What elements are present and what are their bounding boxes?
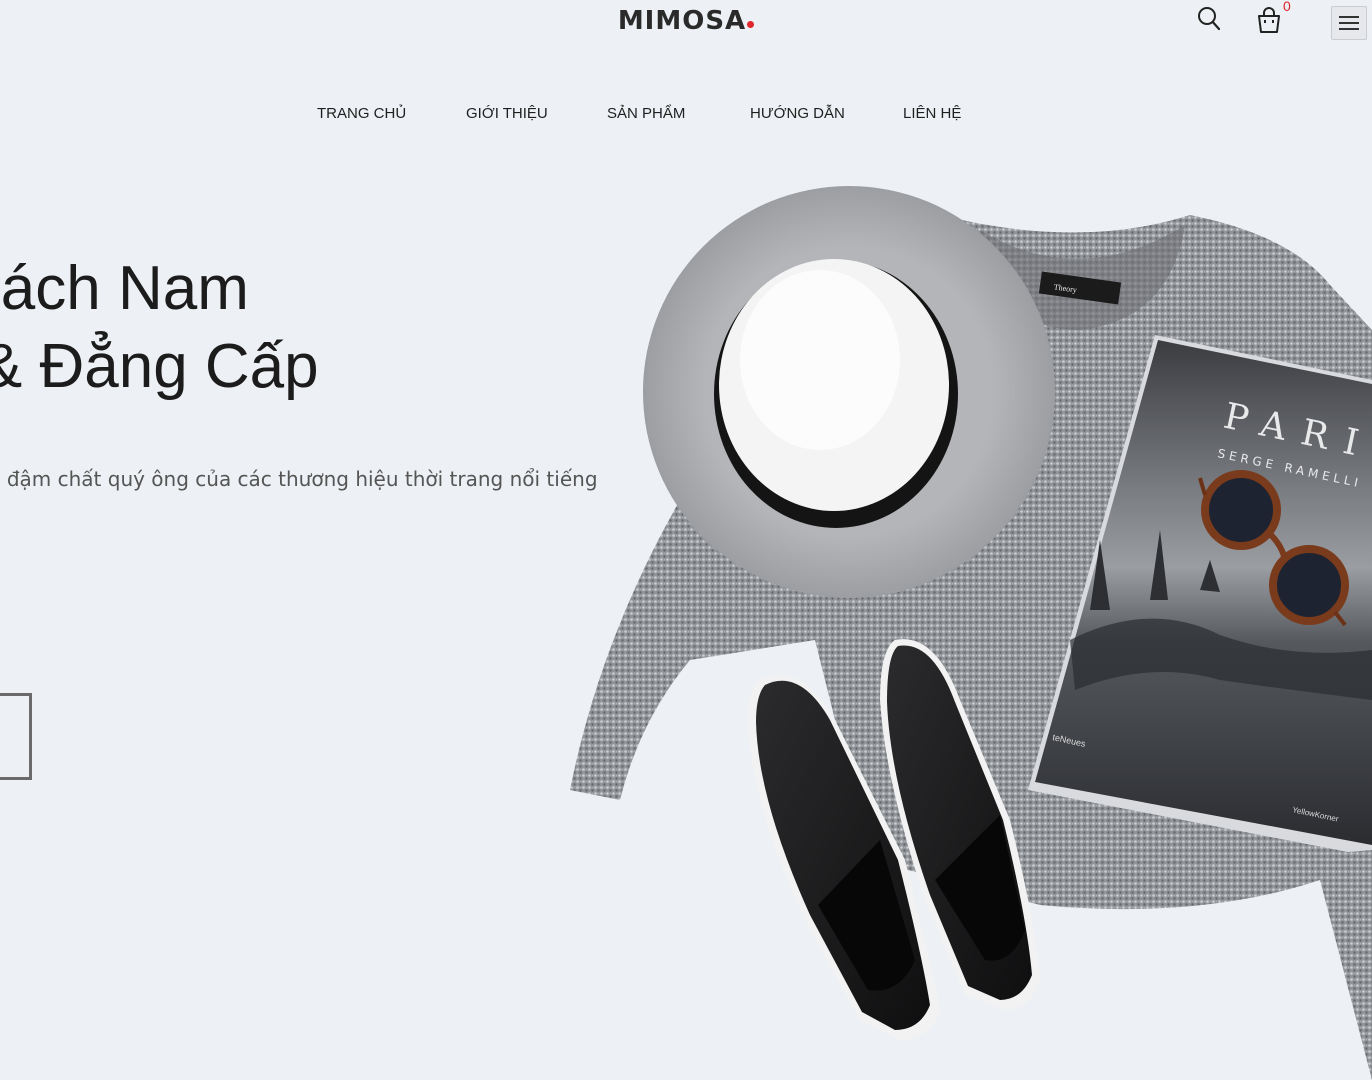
book-author: SERGE RAMELLI [1216, 446, 1363, 490]
hero-title-line1: Cách Nam [0, 254, 249, 323]
hamburger-line [1339, 28, 1359, 30]
cart-icon[interactable] [1256, 6, 1282, 34]
logo-text: MIMOSA [617, 6, 747, 36]
sweater-illustration: Theory [570, 215, 1372, 1080]
search-icon[interactable] [1197, 6, 1221, 32]
sweater-label: Theory [1053, 282, 1077, 294]
nav-item-home[interactable]: TRANG CHỦ [317, 105, 406, 122]
nav-item-guide[interactable]: HƯỚNG DẪN [750, 105, 845, 122]
hat-illustration [643, 186, 1055, 598]
book-illustration: PARIS SERGE RAMELLI teNeues YellowKorner [1028, 335, 1372, 852]
book-title: PARIS [1220, 396, 1372, 476]
hero-subtitle: nới đậm chất quý ông của các thương hiệu… [0, 462, 598, 530]
logo-dot-icon [747, 21, 755, 28]
book-imprint: YellowKorner [1292, 805, 1340, 824]
hamburger-line [1339, 16, 1359, 18]
nav-item-contact[interactable]: LIÊN HỆ [903, 105, 961, 122]
cart-count-badge[interactable]: 0 [1283, 0, 1291, 14]
hero-title-line2: m & Đẳng Cấp [0, 332, 319, 401]
hero-cta-button[interactable] [0, 693, 32, 780]
shoes-illustration [748, 639, 1040, 1040]
hamburger-line [1339, 22, 1359, 24]
hero-title: Cách Nam m & Đẳng Cấp [0, 250, 319, 406]
hero-subtitle-line1: nới đậm chất quý ông của các thương hiệu… [0, 467, 598, 491]
sunglasses-illustration [1198, 470, 1349, 627]
logo[interactable]: MIMOSA [0, 6, 1372, 36]
hero-image: Theory PARIS SERGE RAMELLI teNeues Yello… [570, 186, 1372, 1080]
page: MIMOSA 0 TRANG CHỦ GIỚI THIỆU SẢN PHẨM H… [0, 0, 1372, 1080]
menu-toggle-button[interactable] [1331, 6, 1367, 40]
nav-item-products[interactable]: SẢN PHẨM [607, 105, 685, 122]
book-publisher: teNeues [1052, 732, 1087, 749]
nav-item-about[interactable]: GIỚI THIỆU [466, 105, 548, 122]
